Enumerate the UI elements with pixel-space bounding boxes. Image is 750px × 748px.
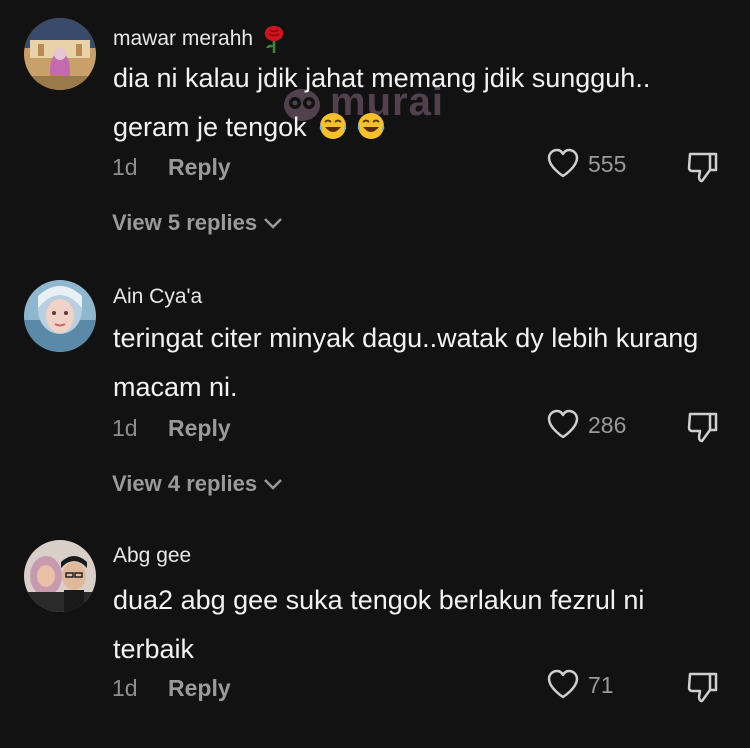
avatar[interactable]: [24, 18, 96, 90]
comment-text: dua2 abg gee suka tengok berlakun fezrul…: [113, 585, 645, 664]
dislike-button[interactable]: [686, 670, 720, 704]
like-count: 286: [588, 411, 627, 438]
thumbs-down-icon: [687, 672, 718, 703]
comment-time: 1d: [112, 415, 138, 441]
heart-icon: [547, 148, 579, 178]
comment-time: 1d: [112, 154, 138, 180]
dislike-button[interactable]: [686, 410, 720, 444]
chevron-down-icon: [264, 479, 283, 490]
like-count: 71: [588, 671, 614, 698]
like-button[interactable]: 71: [546, 669, 614, 701]
thumbs-down-icon: [687, 412, 718, 443]
username[interactable]: Ain Cya'a: [113, 285, 202, 309]
chevron-down-icon: [264, 218, 283, 229]
username[interactable]: Abg gee: [113, 544, 191, 568]
like-button[interactable]: 286: [546, 409, 626, 441]
comment-time: 1d: [112, 675, 138, 701]
laughing-tears-icon: [357, 113, 384, 139]
heart-icon: [547, 409, 579, 439]
like-count: 555: [588, 150, 627, 177]
username[interactable]: mawar merahh: [113, 24, 287, 54]
avatar[interactable]: [24, 540, 96, 612]
dislike-button[interactable]: [686, 150, 720, 184]
rose-icon: [264, 26, 284, 53]
reply-button[interactable]: Reply: [168, 154, 231, 181]
heart-icon: [547, 669, 579, 699]
laughing-tears-icon: [319, 113, 347, 139]
reply-button[interactable]: Reply: [168, 675, 231, 702]
avatar[interactable]: [24, 280, 96, 352]
view-replies-button[interactable]: View 4 replies: [112, 471, 283, 497]
reply-button[interactable]: Reply: [168, 415, 231, 442]
comment-text: teringat citer minyak dagu..watak dy leb…: [113, 323, 699, 402]
comment-text: dia ni kalau jdik jahat memang jdik sung…: [113, 63, 651, 142]
like-button[interactable]: 555: [546, 148, 626, 180]
view-replies-button[interactable]: View 5 replies: [112, 210, 283, 236]
thumbs-down-icon: [687, 152, 718, 183]
